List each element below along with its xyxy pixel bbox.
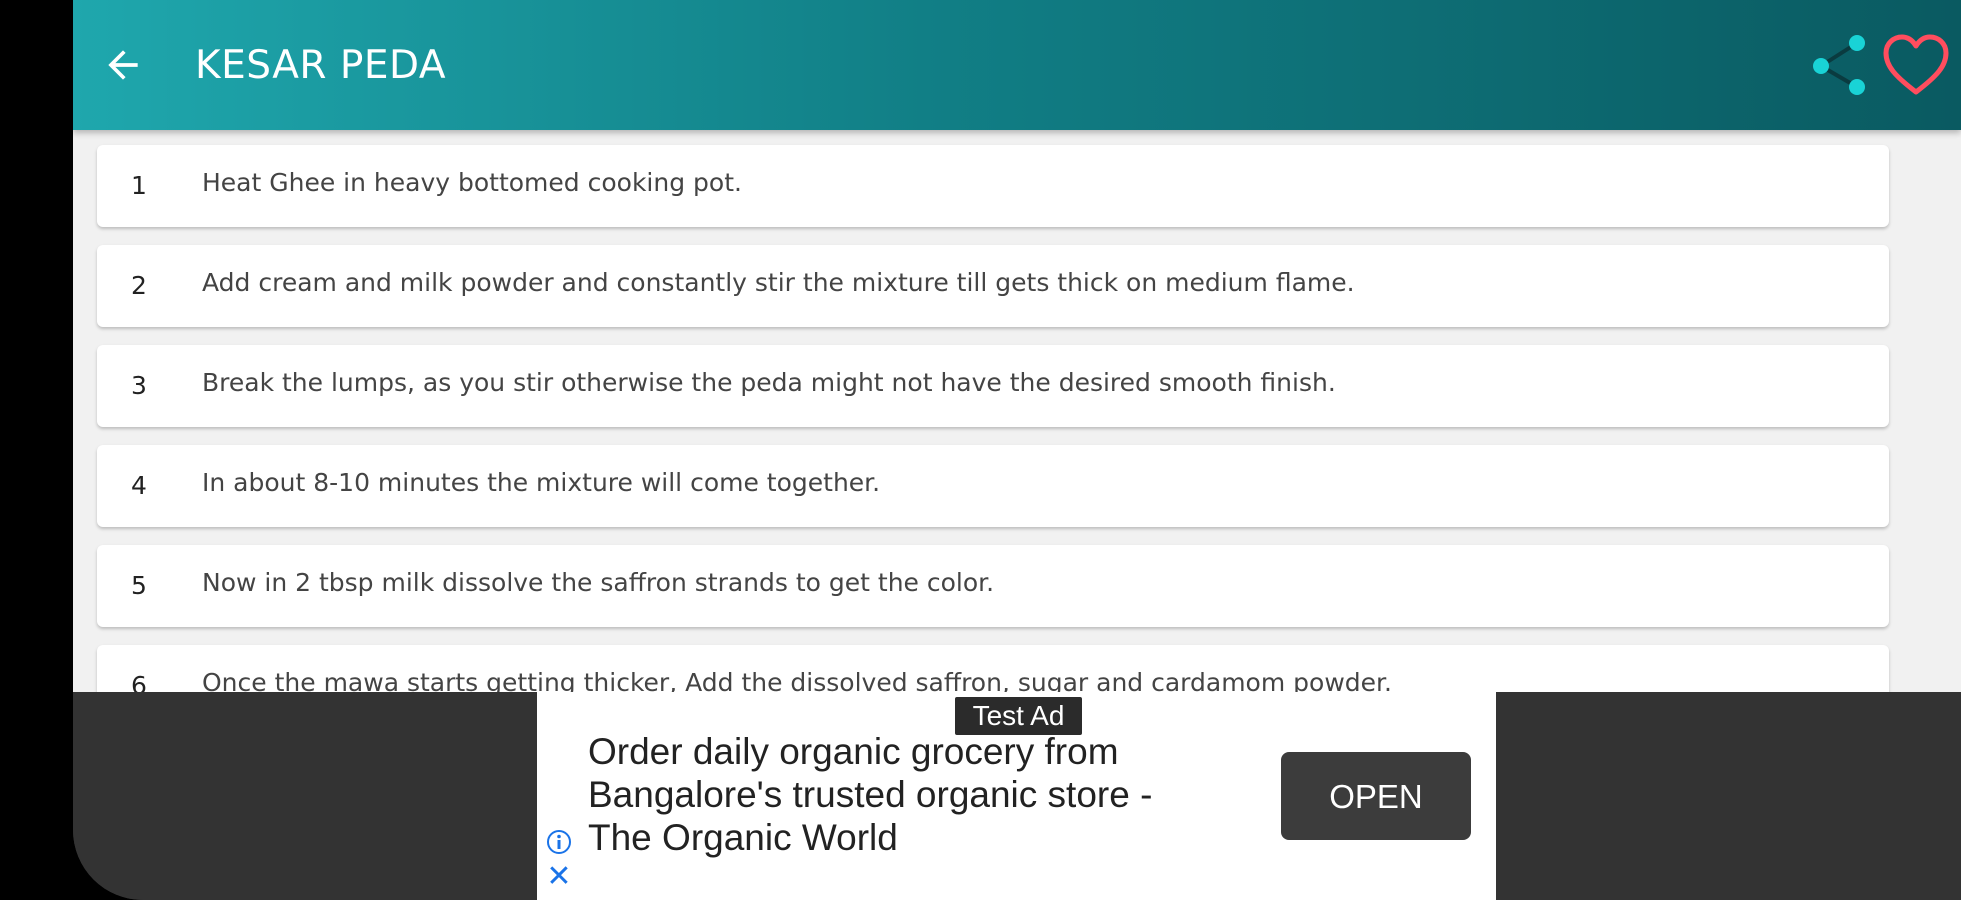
step-text: Once the mawa starts getting thicker, Ad… bbox=[202, 668, 1392, 692]
step-number: 2 bbox=[131, 271, 147, 300]
steps-list[interactable]: 1 Heat Ghee in heavy bottomed cooking po… bbox=[73, 130, 1961, 692]
favorite-button[interactable] bbox=[1881, 32, 1951, 100]
ad-open-button[interactable]: OPEN bbox=[1281, 752, 1471, 840]
ad-bar: Test Ad Order daily organic grocery from… bbox=[73, 692, 1961, 900]
step-number: 3 bbox=[131, 371, 147, 400]
ad-line: Bangalore's trusted organic store - bbox=[588, 774, 1153, 815]
step-text: Break the lumps, as you stir otherwise t… bbox=[202, 368, 1336, 397]
step-number: 6 bbox=[131, 671, 147, 692]
step-card: 3 Break the lumps, as you stir otherwise… bbox=[97, 345, 1889, 427]
arrow-left-icon bbox=[108, 50, 138, 80]
ad-line: The Organic World bbox=[588, 817, 898, 858]
ad-headline[interactable]: Order daily organic grocery from Bangalo… bbox=[588, 730, 1228, 859]
app-screen: KESAR PEDA 1 Heat Ghee in heavy bottomed… bbox=[73, 0, 1961, 900]
step-number: 4 bbox=[131, 471, 147, 500]
step-text: In about 8-10 minutes the mixture will c… bbox=[202, 468, 881, 497]
step-text: Add cream and milk powder and constantly… bbox=[202, 268, 1355, 297]
banner-ad[interactable]: Test Ad Order daily organic grocery from… bbox=[537, 692, 1496, 900]
share-icon bbox=[1813, 35, 1865, 95]
step-number: 5 bbox=[131, 571, 147, 600]
ad-line: Order daily organic grocery from bbox=[588, 731, 1119, 772]
step-card: 2 Add cream and milk powder and constant… bbox=[97, 245, 1889, 327]
back-button[interactable] bbox=[95, 37, 151, 93]
ad-info-icon[interactable] bbox=[545, 828, 573, 856]
step-card: 6 Once the mawa starts getting thicker, … bbox=[97, 645, 1889, 692]
step-card: 5 Now in 2 tbsp milk dissolve the saffro… bbox=[97, 545, 1889, 627]
step-number: 1 bbox=[131, 171, 147, 200]
step-card: 1 Heat Ghee in heavy bottomed cooking po… bbox=[97, 145, 1889, 227]
share-button[interactable] bbox=[1807, 30, 1879, 102]
page-title: KESAR PEDA bbox=[195, 43, 447, 88]
step-card: 4 In about 8-10 minutes the mixture will… bbox=[97, 445, 1889, 527]
step-text: Heat Ghee in heavy bottomed cooking pot. bbox=[202, 168, 742, 197]
heart-outline-icon bbox=[1883, 34, 1949, 95]
ad-close-icon[interactable]: ✕ bbox=[545, 862, 573, 892]
step-text: Now in 2 tbsp milk dissolve the saffron … bbox=[202, 568, 995, 597]
app-bar: KESAR PEDA bbox=[73, 0, 1961, 130]
